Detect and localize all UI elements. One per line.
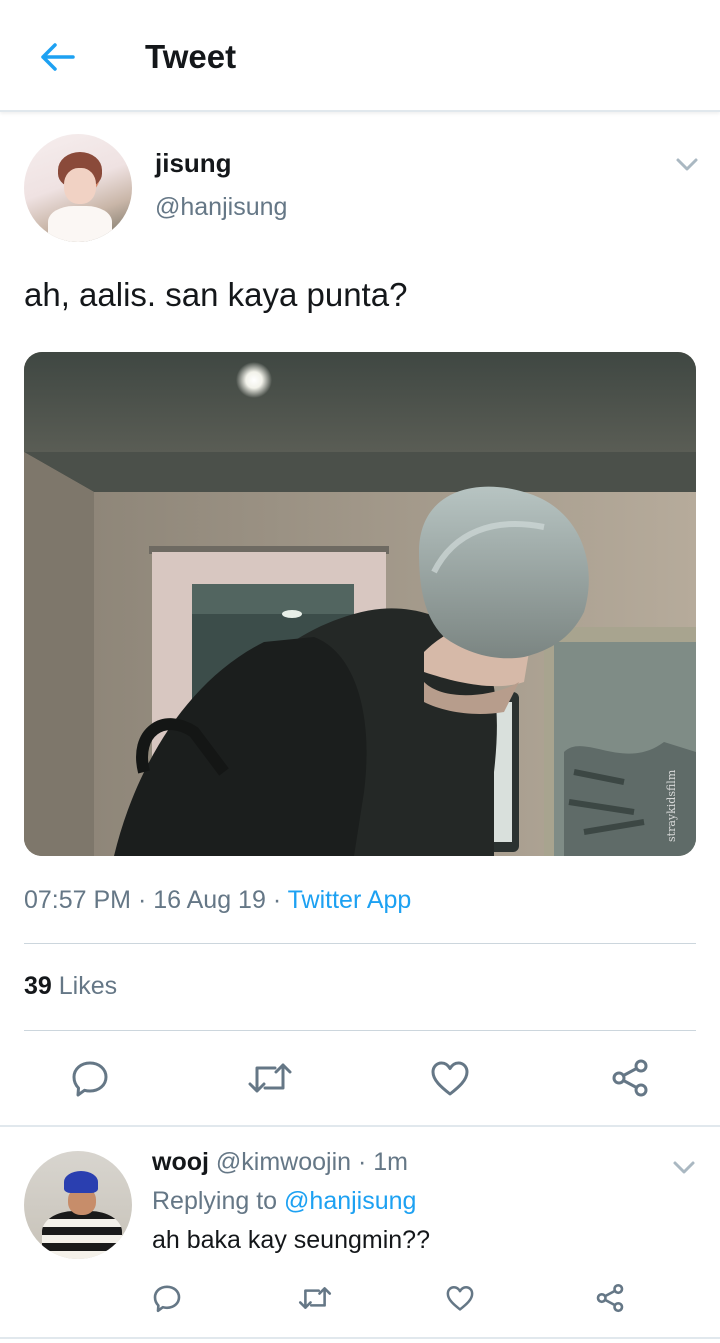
chevron-down-icon	[673, 1161, 695, 1174]
chevron-down-icon	[676, 158, 698, 171]
meta-separator: ·	[137, 886, 147, 914]
replying-to-label: Replying to	[152, 1187, 278, 1215]
tweet-menu-button[interactable]	[672, 152, 702, 176]
replying-to-line: Replying to @hanjisung	[152, 1187, 416, 1216]
reply-share-button[interactable]	[590, 1278, 630, 1318]
reply-author-avatar[interactable]	[24, 1151, 132, 1259]
reply-time: · 1m	[357, 1148, 408, 1176]
tweet-time: 07:57 PM	[24, 886, 132, 914]
author-avatar[interactable]	[24, 134, 132, 242]
reply-retweet-button[interactable]	[295, 1278, 335, 1318]
tweet-text: ah, aalis. san kaya punta?	[24, 276, 408, 313]
author-handle[interactable]: @hanjisung	[155, 193, 287, 222]
reply-menu-button[interactable]	[670, 1156, 698, 1178]
reply-like-button[interactable]	[440, 1278, 480, 1318]
retweet-button[interactable]	[245, 1053, 295, 1103]
retweet-icon	[298, 1287, 332, 1309]
share-icon	[612, 1059, 648, 1097]
reply-author-line: wooj @kimwoojin · 1m	[152, 1148, 408, 1177]
retweet-icon	[248, 1063, 292, 1093]
top-app-bar: Tweet	[0, 0, 720, 112]
divider	[0, 1337, 720, 1339]
reply-icon	[153, 1285, 181, 1313]
share-button[interactable]	[605, 1053, 655, 1103]
reply-button[interactable]	[65, 1053, 115, 1103]
replying-to-mention[interactable]: @hanjisung	[284, 1187, 416, 1215]
likes-count: 39	[24, 972, 52, 1000]
divider	[0, 1125, 720, 1127]
likes-stat[interactable]: 39 Likes	[24, 972, 117, 1001]
reply-reply-button[interactable]	[147, 1278, 187, 1318]
reply-author-name[interactable]: wooj	[152, 1148, 209, 1176]
back-button[interactable]	[30, 30, 84, 84]
page-title: Tweet	[145, 38, 237, 75]
reply-text: ah baka kay seungmin??	[152, 1226, 430, 1254]
tweet-metadata: 07:57 PM · 16 Aug 19 · Twitter App	[24, 886, 411, 915]
arrow-left-icon	[41, 43, 75, 71]
share-icon	[596, 1283, 624, 1313]
tweet-photo[interactable]: straykidsfilm	[24, 352, 696, 856]
likes-label: Likes	[58, 972, 118, 1000]
photo-image: straykidsfilm	[24, 352, 696, 856]
reply-author-handle[interactable]: @kimwoojin	[216, 1148, 351, 1176]
heart-icon	[446, 1286, 474, 1311]
tweet-source-link[interactable]: Twitter App	[288, 886, 412, 914]
divider	[24, 1030, 696, 1031]
author-name[interactable]: jisung	[155, 148, 232, 179]
photo-watermark: straykidsfilm	[665, 769, 678, 842]
reply-icon	[72, 1061, 108, 1097]
like-button[interactable]	[425, 1053, 475, 1103]
divider	[24, 943, 696, 944]
meta-separator: ·	[272, 886, 282, 914]
heart-icon	[431, 1061, 469, 1096]
tweet-date: 16 Aug 19	[153, 886, 266, 914]
